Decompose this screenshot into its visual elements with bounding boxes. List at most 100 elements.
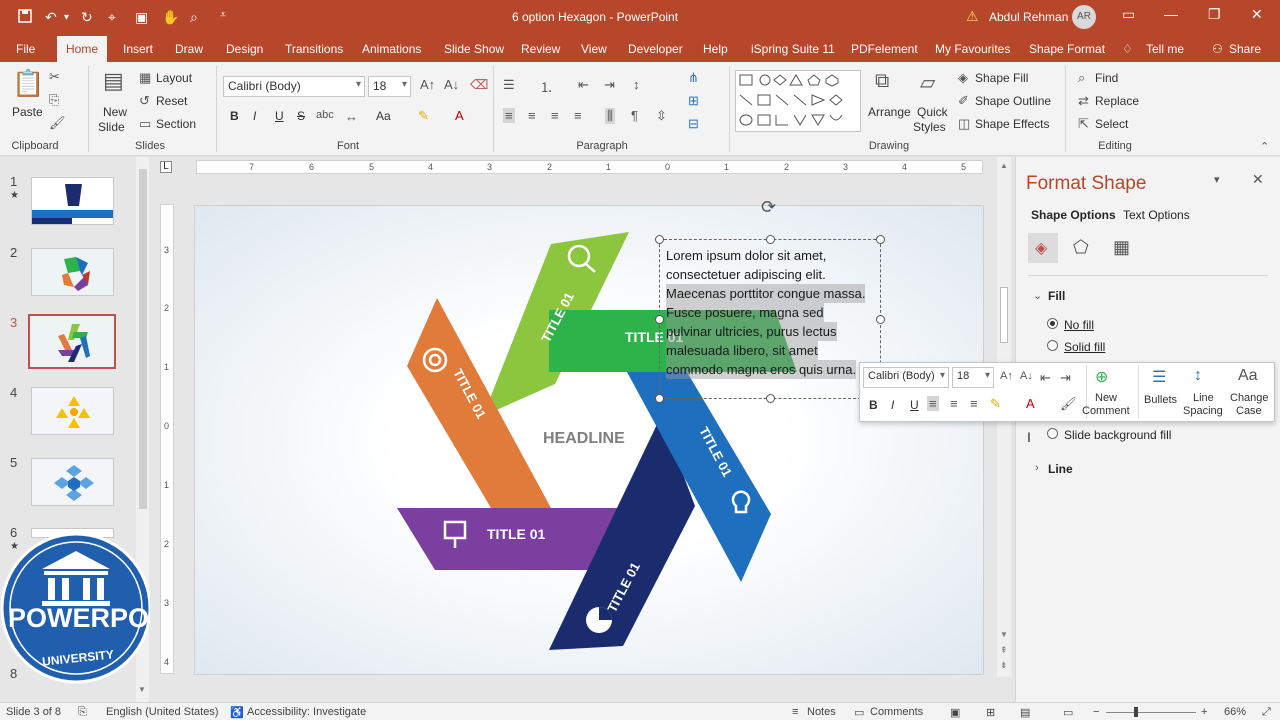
tab-insert[interactable]: Insert xyxy=(123,42,153,56)
resize-handle[interactable] xyxy=(655,315,664,324)
spell-check-icon[interactable]: ⎘ xyxy=(78,706,87,719)
columns-icon[interactable]: ⫼ xyxy=(605,108,615,124)
tab-animations[interactable]: Animations xyxy=(362,42,421,56)
mini-font-color-icon[interactable]: A xyxy=(1026,396,1035,411)
arrange-button[interactable]: Arrange xyxy=(868,105,911,119)
replace-button[interactable]: Replace xyxy=(1095,94,1139,108)
layout-button[interactable]: Layout xyxy=(156,71,192,85)
solid-fill-label[interactable]: Solid fill xyxy=(1064,340,1105,354)
mini-align-left-icon[interactable]: ≡ xyxy=(927,396,939,411)
prev-slide-icon[interactable]: ⇞ xyxy=(1000,645,1008,656)
shape-outline-icon[interactable]: ✐ xyxy=(958,93,969,109)
mini-italic-button[interactable]: I xyxy=(891,398,894,412)
slide-sorter-icon[interactable]: ⊞ xyxy=(986,706,995,719)
tab-draw[interactable]: Draw xyxy=(175,42,203,56)
line-section[interactable]: Line xyxy=(1048,462,1073,476)
cut-icon[interactable]: ✂ xyxy=(49,69,60,85)
mini-bold-button[interactable]: B xyxy=(869,398,878,412)
size-properties-icon[interactable]: ▦ xyxy=(1113,237,1130,258)
shape-effects-icon[interactable]: ◫ xyxy=(958,116,970,132)
new-comment-label[interactable]: Comment xyxy=(1082,405,1130,417)
new-comment-icon[interactable]: ⊕ xyxy=(1095,367,1108,387)
line-spacing-mini-icon[interactable]: ↕ xyxy=(1194,367,1202,385)
solid-fill-radio[interactable] xyxy=(1047,340,1058,351)
no-fill-label[interactable]: No fill xyxy=(1064,318,1094,332)
bullets-mini-button[interactable]: Bullets xyxy=(1144,394,1177,406)
tab-view[interactable]: View xyxy=(581,42,607,56)
quick-styles-button[interactable]: Quick xyxy=(917,105,948,119)
slideshow-icon[interactable]: ▭ xyxy=(1063,706,1073,719)
select-button[interactable]: Select xyxy=(1095,117,1128,131)
accessibility-icon[interactable]: ♿ xyxy=(230,706,244,719)
clear-format-icon[interactable]: ⌫ xyxy=(470,77,488,93)
line-expand-icon[interactable]: › xyxy=(1035,462,1039,474)
fill-line-tab[interactable]: ◈ xyxy=(1028,233,1058,263)
resize-handle[interactable] xyxy=(655,394,664,403)
tab-pdfelement[interactable]: PDFelement xyxy=(851,42,918,56)
mini-size-combo[interactable]: 18 xyxy=(952,367,994,388)
mini-increase-indent-icon[interactable]: ⇥ xyxy=(1060,370,1071,386)
align-center-icon[interactable]: ≡ xyxy=(528,108,536,123)
smartart-icon[interactable]: ⊟ xyxy=(688,116,699,132)
shape-effects-button[interactable]: Shape Effects xyxy=(975,117,1050,131)
line-spacing-icon[interactable]: ↕ xyxy=(633,77,640,92)
fill-expand-icon[interactable]: ⌄ xyxy=(1033,289,1042,302)
select-icon[interactable]: ⇱ xyxy=(1078,116,1089,132)
collapse-ribbon-icon[interactable]: ⌃ xyxy=(1260,140,1269,153)
justify-icon[interactable]: ≡ xyxy=(574,108,582,123)
slide-canvas[interactable]: TITLE 01 TITLE 01 TITLE 01 TITLE 01 TITL… xyxy=(194,197,984,675)
selected-textbox[interactable]: Lorem ipsum dolor sit amet, consectetuer… xyxy=(655,197,885,403)
font-size-combo[interactable]: 18 xyxy=(368,76,411,97)
numbering-icon[interactable]: ⒈ xyxy=(540,77,553,96)
slide-bg-fill-label[interactable]: Slide background fill xyxy=(1064,428,1171,442)
line-spacing-mini-button[interactable]: Line xyxy=(1193,392,1214,404)
slide-thumbnail-1[interactable] xyxy=(31,177,114,225)
text-direction-icon[interactable]: ¶ xyxy=(631,108,638,123)
tab-help[interactable]: Help xyxy=(703,42,728,56)
resize-handle[interactable] xyxy=(876,235,885,244)
tab-shape-options[interactable]: Shape Options xyxy=(1031,208,1116,222)
mini-align-center-icon[interactable]: ≡ xyxy=(950,396,958,411)
align-left-icon[interactable]: ≡ xyxy=(503,108,515,123)
tab-stop-selector[interactable]: L xyxy=(160,161,172,173)
slide-thumbnail-4[interactable] xyxy=(31,387,114,435)
fill-section[interactable]: Fill xyxy=(1048,289,1065,303)
no-fill-radio[interactable] xyxy=(1047,318,1058,329)
tab-review[interactable]: Review xyxy=(521,42,560,56)
find-button[interactable]: Find xyxy=(1095,71,1118,85)
ribbon-display-icon[interactable]: ▭ xyxy=(1122,6,1135,23)
increase-font-icon[interactable]: A↑ xyxy=(420,77,435,92)
text-direction2-icon[interactable]: ⊞ xyxy=(688,93,699,109)
mini-format-painter-icon[interactable]: 🖌 xyxy=(1060,396,1077,412)
next-slide-icon[interactable]: ⇟ xyxy=(1000,660,1008,671)
textbox-content[interactable]: Lorem ipsum dolor sit amet, consectetuer… xyxy=(666,246,880,379)
scroll-thumb[interactable] xyxy=(1000,287,1008,343)
shape-outline-button[interactable]: Shape Outline xyxy=(975,94,1051,108)
mini-shrink-font-icon[interactable]: A↓ xyxy=(1020,370,1033,382)
mini-font-combo[interactable]: Calibri (Body) xyxy=(863,367,949,388)
quick-styles-icon[interactable]: ▱ xyxy=(920,70,935,95)
new-slide-button[interactable]: New xyxy=(103,105,127,119)
italic-button[interactable]: I xyxy=(253,109,256,123)
maximize-icon[interactable]: ❐ xyxy=(1208,6,1221,23)
change-case-mini-label[interactable]: Case xyxy=(1236,405,1262,417)
new-slide-label[interactable]: Slide xyxy=(98,120,125,134)
resize-handle[interactable] xyxy=(766,394,775,403)
underline-button[interactable]: U xyxy=(275,109,284,123)
mini-highlight-icon[interactable]: ✎ xyxy=(990,396,1001,412)
mini-grow-font-icon[interactable]: A↑ xyxy=(1000,370,1013,382)
resize-handle[interactable] xyxy=(876,315,885,324)
comments-button[interactable]: Comments xyxy=(870,706,923,718)
mini-underline-button[interactable]: U xyxy=(910,398,919,412)
tab-slide-show[interactable]: Slide Show xyxy=(444,42,504,56)
font-color-icon[interactable]: A xyxy=(455,108,464,123)
tell-me-box[interactable]: Tell me xyxy=(1146,42,1184,56)
replace-icon[interactable]: ⇄ xyxy=(1078,93,1089,109)
zoom-out-icon[interactable]: − xyxy=(1093,706,1099,718)
resize-handle[interactable] xyxy=(655,235,664,244)
notes-button[interactable]: Notes xyxy=(807,706,836,718)
reading-view-icon[interactable]: ▤ xyxy=(1020,706,1030,719)
font-name-combo[interactable]: Calibri (Body) xyxy=(223,76,365,97)
arrange-icon[interactable]: ⧉ xyxy=(875,70,889,93)
align-text-icon[interactable]: ⇳ xyxy=(656,108,667,124)
